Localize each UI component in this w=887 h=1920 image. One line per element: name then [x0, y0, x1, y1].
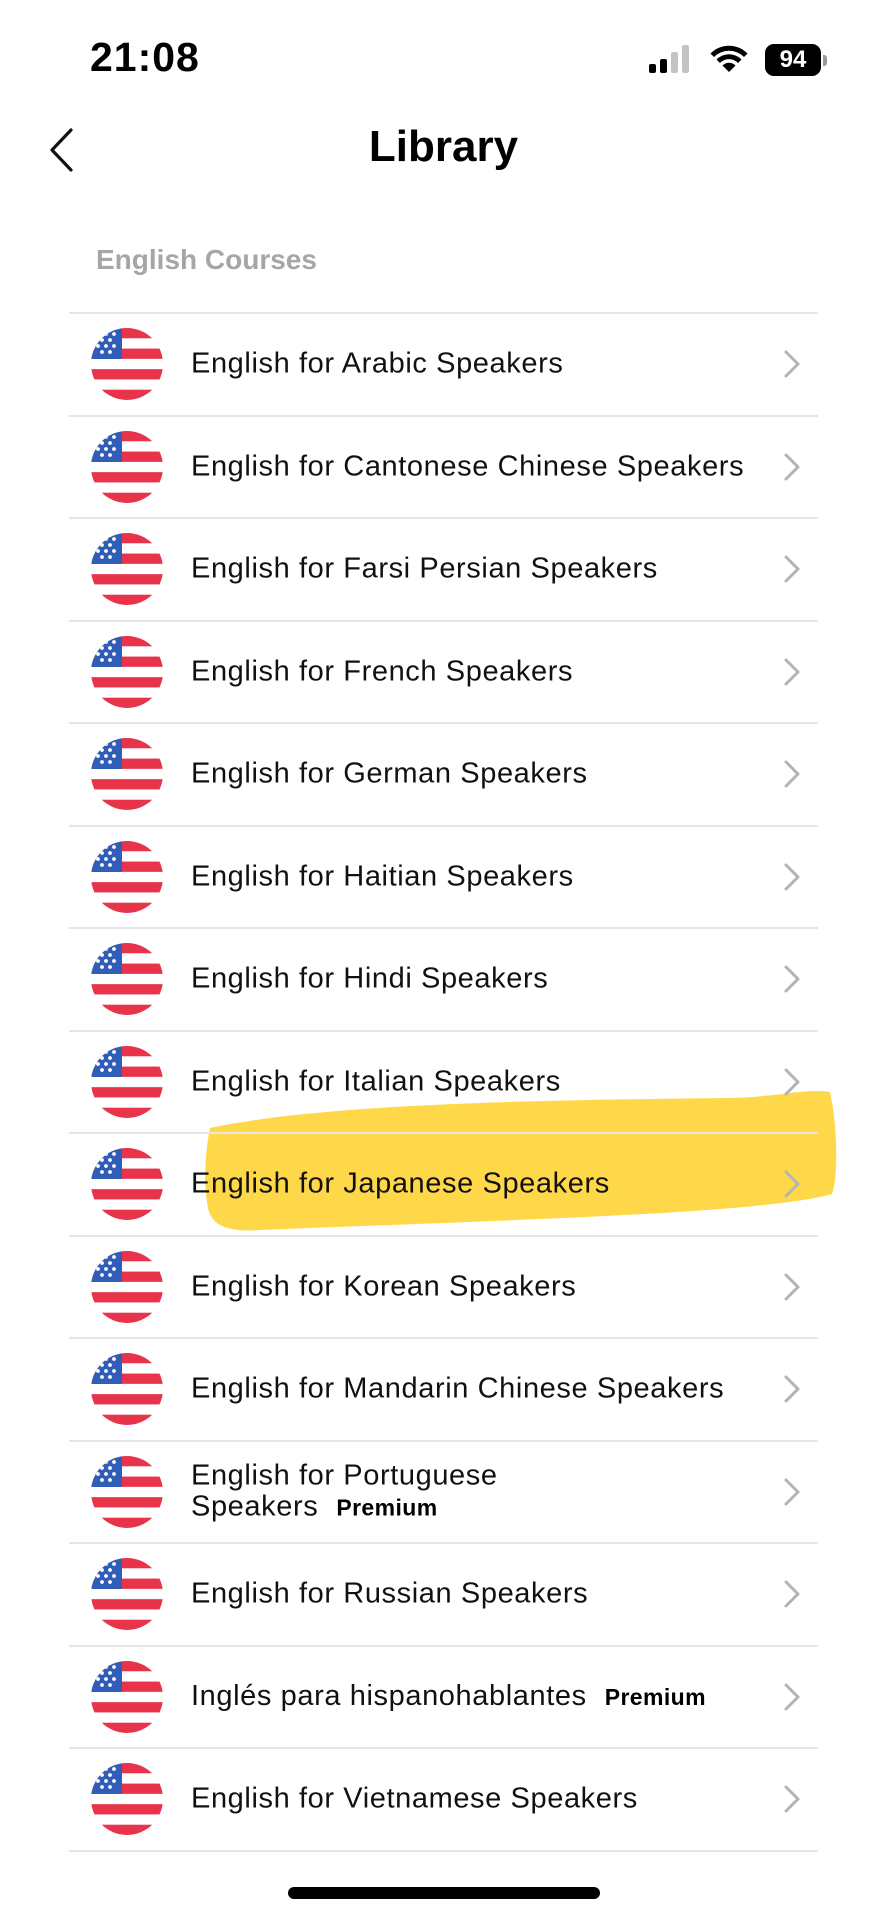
section-title: English Courses — [96, 244, 317, 275]
course-title: English for German Speakers — [191, 757, 751, 790]
course-row[interactable]: English for Portuguese Speakers Premium — [69, 1442, 818, 1544]
premium-badge: Premium — [604, 1683, 706, 1710]
chevron-right-icon — [780, 1476, 804, 1508]
course-title: English for Arabic Speakers — [191, 347, 751, 380]
cellular-signal-icon — [649, 45, 689, 73]
chevron-right-icon — [780, 1681, 804, 1713]
course-title: English for Portuguese Speakers Premium — [191, 1460, 751, 1523]
us-flag-icon — [91, 1250, 163, 1323]
course-title: English for Vietnamese Speakers — [191, 1782, 751, 1815]
course-title: English for Haitian Speakers — [191, 861, 751, 892]
chevron-right-icon — [780, 861, 804, 893]
course-row[interactable]: English for Hindi Speakers — [69, 929, 818, 1032]
us-flag-icon — [91, 1353, 163, 1426]
us-flag-icon — [91, 1455, 163, 1528]
us-flag-icon — [91, 943, 163, 1016]
chevron-right-icon — [780, 963, 804, 995]
course-title: English for French Speakers — [191, 656, 751, 687]
course-row[interactable]: English for Vietnamese Speakers — [69, 1749, 818, 1852]
course-title: English for Farsi Persian Speakers — [191, 552, 751, 585]
status-bar: 21:08 94 — [0, 0, 887, 110]
course-label: English for Mandarin Chinese Speakers — [191, 1372, 725, 1405]
course-row[interactable]: English for Farsi Persian Speakers — [69, 519, 818, 622]
us-flag-icon — [91, 1558, 163, 1631]
course-title: English for Russian Speakers — [191, 1577, 751, 1610]
chevron-right-icon — [780, 348, 804, 380]
status-time: 21:08 — [90, 34, 200, 80]
chevron-right-icon — [780, 656, 804, 688]
course-label: English for Arabic Speakers — [191, 347, 564, 380]
battery-tip — [823, 54, 827, 66]
course-title: English for Hindi Speakers — [191, 962, 751, 995]
course-row[interactable]: English for Korean Speakers — [69, 1237, 818, 1339]
course-row[interactable]: English for French Speakers — [69, 622, 818, 724]
status-icons: 94 — [649, 40, 827, 80]
us-flag-icon — [91, 738, 163, 811]
premium-badge: Premium — [336, 1494, 438, 1521]
us-flag-icon — [91, 840, 163, 913]
course-title: English for Cantonese Chinese Speakers — [191, 451, 751, 482]
course-label: English for Vietnamese Speakers — [191, 1782, 638, 1815]
us-flag-icon — [91, 533, 163, 606]
us-flag-icon — [91, 430, 163, 503]
chevron-right-icon — [780, 553, 804, 585]
course-row[interactable]: English for Russian Speakers — [69, 1544, 818, 1647]
course-title: Inglés para hispanohablantes Premium — [191, 1679, 751, 1713]
us-flag-icon — [91, 1763, 163, 1836]
course-title: English for Italian Speakers — [191, 1066, 751, 1097]
course-row[interactable]: English for Cantonese Chinese Speakers — [69, 417, 818, 519]
course-row[interactable]: English for Haitian Speakers — [69, 827, 818, 929]
course-label: English for Italian Speakers — [191, 1065, 561, 1098]
course-title: English for Korean Speakers — [191, 1271, 751, 1302]
battery-level: 94 — [765, 44, 821, 76]
us-flag-icon — [91, 1045, 163, 1118]
chevron-right-icon — [780, 1168, 804, 1200]
chevron-right-icon — [780, 758, 804, 790]
course-label: Inglés para hispanohablantes — [191, 1679, 587, 1712]
chevron-right-icon — [780, 1066, 804, 1098]
course-list: English for Arabic Speakers English for C… — [69, 312, 818, 1852]
course-label: English for Cantonese Chinese Speakers — [191, 450, 745, 483]
page-title: Library — [368, 122, 519, 171]
course-label: English for Farsi Persian Speakers — [191, 552, 658, 585]
course-row[interactable]: English for Italian Speakers — [69, 1032, 818, 1134]
battery-icon: 94 — [765, 44, 827, 76]
us-flag-icon — [91, 635, 163, 708]
course-label: English for German Speakers — [191, 757, 588, 790]
course-title: English for Japanese Speakers — [191, 1167, 751, 1200]
chevron-right-icon — [780, 1783, 804, 1815]
course-label: English for Japanese Speakers — [191, 1167, 610, 1200]
chevron-right-icon — [780, 451, 804, 483]
wifi-icon — [710, 45, 748, 72]
chevron-right-icon — [780, 1373, 804, 1405]
course-label: English for Hindi Speakers — [191, 962, 549, 995]
home-indicator[interactable] — [288, 1887, 600, 1899]
us-flag-icon — [91, 1148, 163, 1221]
course-title: English for Mandarin Chinese Speakers — [191, 1372, 751, 1405]
nav-header: Library — [0, 110, 887, 190]
course-label: English for Korean Speakers — [191, 1270, 577, 1303]
course-label: English for French Speakers — [191, 655, 574, 688]
chevron-right-icon — [780, 1271, 804, 1303]
course-row[interactable]: English for Arabic Speakers — [69, 314, 818, 417]
course-row[interactable]: Inglés para hispanohablantes Premium — [69, 1647, 818, 1749]
course-label: English for Russian Speakers — [191, 1577, 589, 1610]
chevron-right-icon — [780, 1578, 804, 1610]
course-row[interactable]: English for Mandarin Chinese Speakers — [69, 1339, 818, 1442]
course-row[interactable]: English for Japanese Speakers — [69, 1134, 818, 1237]
course-label: English for Haitian Speakers — [191, 860, 574, 893]
course-row[interactable]: English for German Speakers — [69, 724, 818, 827]
us-flag-icon — [91, 328, 163, 401]
us-flag-icon — [91, 1660, 163, 1733]
